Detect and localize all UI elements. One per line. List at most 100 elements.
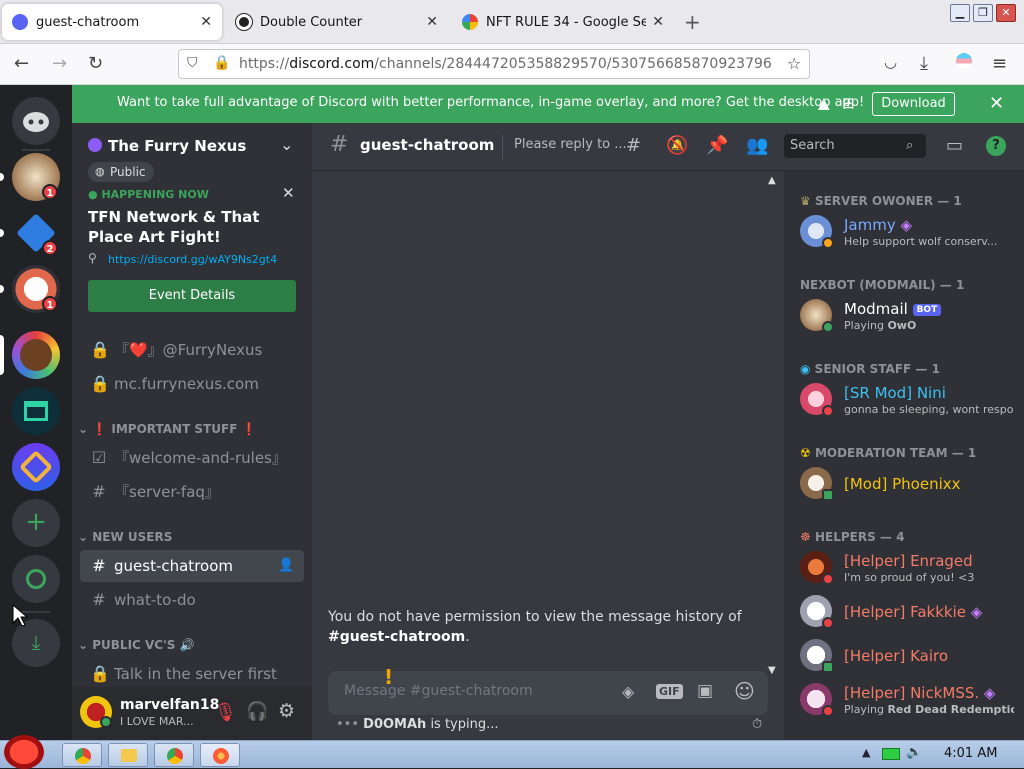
taskbar-firefox-button[interactable] — [200, 743, 240, 767]
scroll-down-icon[interactable]: ▼ — [768, 665, 776, 676]
explore-compass-icon[interactable] — [12, 555, 60, 603]
server-name[interactable]: The Furry Nexus — [108, 137, 246, 155]
category-public-vcs[interactable]: ⌄ PUBLIC VC'S 🔊 — [78, 638, 195, 652]
taskbar-clock[interactable]: 4:01 AM — [944, 746, 997, 761]
tab-close-icon[interactable]: ✕ — [426, 14, 438, 30]
settings-gear-icon[interactable]: ⚙ — [278, 700, 295, 722]
chevron-down-icon[interactable]: ⌄ — [280, 135, 293, 154]
member-name[interactable]: Modmail BOT — [844, 300, 942, 318]
headphones-icon[interactable]: 🎧 — [246, 701, 268, 722]
member-name[interactable]: [SR Mod] Nini — [844, 384, 946, 402]
tab-guest-chatroom[interactable]: guest-chatroom ✕ — [2, 4, 222, 40]
sticker-icon[interactable]: ▣ — [697, 681, 713, 701]
account-flag-icon[interactable] — [956, 53, 972, 74]
category-important-stuff[interactable]: ⌄ ❗ IMPORTANT STUFF ❗ — [78, 422, 257, 436]
help-question-icon[interactable]: ? — [986, 136, 1006, 156]
new-tab-plus-icon[interactable]: + — [684, 10, 701, 34]
banner-close-icon[interactable]: ✕ — [989, 93, 1004, 114]
location-pin-icon: ⚲ — [88, 251, 97, 265]
invite-user-icon[interactable]: 👤 — [278, 550, 294, 582]
guild-furry-nexus-server[interactable] — [12, 331, 60, 379]
emoji-smiley-icon[interactable]: ☺ — [734, 679, 755, 703]
tray-expand-icon[interactable]: ▲ — [862, 746, 870, 759]
member-activity: I'm so proud of you! <3 — [844, 571, 975, 584]
pinned-messages-icon[interactable]: 📌 — [706, 135, 728, 156]
bookmark-star-icon[interactable]: ☆ — [787, 54, 801, 73]
add-server-plus-icon[interactable]: + — [12, 499, 60, 547]
channel-server-faq[interactable]: # 『server-faq』 — [80, 476, 304, 508]
reload-icon[interactable]: ↻ — [88, 53, 103, 74]
tab-close-icon[interactable]: ✕ — [200, 14, 212, 30]
google-favicon-icon — [462, 14, 478, 30]
search-input[interactable]: Search ⌕ — [784, 134, 926, 158]
threads-icon[interactable]: # — [626, 135, 641, 156]
hashtag-icon: # — [92, 556, 106, 575]
channel-guest-chatroom[interactable]: # guest-chatroom 👤 — [80, 550, 304, 582]
guild-teal-m-server[interactable] — [12, 387, 60, 435]
mute-microphone-icon[interactable]: 🎙 — [214, 702, 237, 723]
scroll-up-icon[interactable]: ▲ — [768, 175, 776, 186]
online-status-icon — [822, 321, 834, 333]
user-status-text: I LOVE MAR... — [120, 715, 194, 728]
dnd-status-icon — [822, 405, 834, 417]
start-button[interactable] — [4, 735, 44, 769]
taskbar-chrome-button[interactable] — [154, 743, 194, 767]
message-input[interactable]: Message #guest-chatroom ! ◈ GIF ▣ ☺ — [328, 665, 768, 715]
download-button[interactable]: Download — [872, 92, 955, 116]
mobile-status-icon — [822, 661, 834, 673]
checkbox-rules-icon: ☑ — [91, 448, 107, 467]
taskbar-explorer-button[interactable] — [108, 743, 148, 767]
tab-label: NFT RULE 34 - Google Search — [486, 14, 647, 30]
mention-badge: 2 — [42, 240, 58, 256]
window-minimize-button[interactable]: ▁ — [950, 4, 970, 22]
slowmode-timer-icon: ⏱ — [752, 717, 763, 732]
windows-taskbar: ▲ 🔈 4:01 AM — [0, 735, 1024, 769]
member-name[interactable]: [Helper] NickMSS. ◈ — [844, 684, 995, 702]
menu-hamburger-icon[interactable]: ≡ — [992, 53, 1007, 74]
inbox-icon[interactable]: ▭ — [946, 135, 963, 156]
forward-arrow-icon[interactable]: → — [52, 53, 67, 74]
nitro-gift-icon[interactable]: ◈ — [622, 682, 634, 701]
event-details-button[interactable]: Event Details — [88, 280, 296, 312]
channel-mc-furrynexus[interactable]: 🔒 mc.furrynexus.com — [80, 368, 304, 400]
tab-close-icon[interactable]: ✕ — [652, 14, 664, 30]
member-list-icon[interactable]: 👥 — [746, 135, 768, 156]
window-restore-button[interactable]: ❐ — [973, 4, 993, 22]
member-name[interactable]: [Helper] Enraged — [844, 552, 973, 570]
channel-welcome-and-rules[interactable]: ☑ 『welcome-and-rules』 — [80, 442, 304, 474]
android-icon: ▲ — [818, 94, 830, 112]
member-name[interactable]: [Mod] Phoenixx — [844, 475, 961, 493]
window-close-button[interactable]: ✕ — [996, 4, 1016, 22]
channel-talk-in-server-first[interactable]: 🔒 Talk in the server first — [80, 658, 304, 690]
speaker-volume-icon[interactable]: 🔈 — [906, 745, 922, 760]
member-name[interactable]: [Helper] Kairo — [844, 647, 948, 665]
event-link[interactable]: https://discord.gg/wAY9Ns2gt4 — [108, 253, 277, 266]
member-name[interactable]: [Helper] Fakkkie ◈ — [844, 603, 982, 621]
discord-home-button[interactable] — [12, 97, 60, 145]
channel-topic[interactable]: Please reply to ... — [514, 137, 627, 152]
url-bar[interactable]: ⛉ 🔒 https://discord.com/channels/2844472… — [178, 49, 810, 79]
hashtag-icon: # — [92, 590, 106, 609]
event-title: TFN Network & That Place Art Fight! — [88, 208, 260, 246]
event-close-icon[interactable]: ✕ — [282, 184, 295, 202]
tab-google-search[interactable]: NFT RULE 34 - Google Search ✕ — [452, 4, 674, 40]
mention-badge: 1 — [42, 296, 58, 312]
tab-double-counter[interactable]: Double Counter ✕ — [226, 4, 448, 40]
back-arrow-icon[interactable]: ← — [14, 53, 29, 74]
channel-what-to-do[interactable]: # what-to-do — [80, 584, 304, 616]
channel-furrynexus[interactable]: 🔒 『❤️』@FurryNexus — [80, 334, 304, 366]
chat-area: You do not have permission to view the m… — [312, 123, 784, 740]
guild-purple-hex-server[interactable] — [12, 443, 60, 491]
pocket-icon[interactable]: ◡ — [884, 53, 897, 71]
taskbar-chrome-button[interactable] — [62, 743, 102, 767]
selected-pill — [0, 335, 4, 375]
gif-button[interactable]: GIF — [656, 684, 683, 699]
battery-icon[interactable] — [882, 748, 900, 760]
category-new-users[interactable]: ⌄ NEW USERS — [78, 530, 172, 544]
shield-icon[interactable]: ⛉ — [187, 55, 198, 71]
dnd-status-icon — [822, 573, 834, 585]
notification-bell-muted-icon[interactable]: 🔕 — [666, 135, 688, 156]
lock-icon[interactable]: 🔒 — [213, 55, 230, 71]
downloads-icon[interactable]: ⤓ — [920, 53, 928, 74]
member-name[interactable]: Jammy ◈ — [844, 216, 912, 234]
